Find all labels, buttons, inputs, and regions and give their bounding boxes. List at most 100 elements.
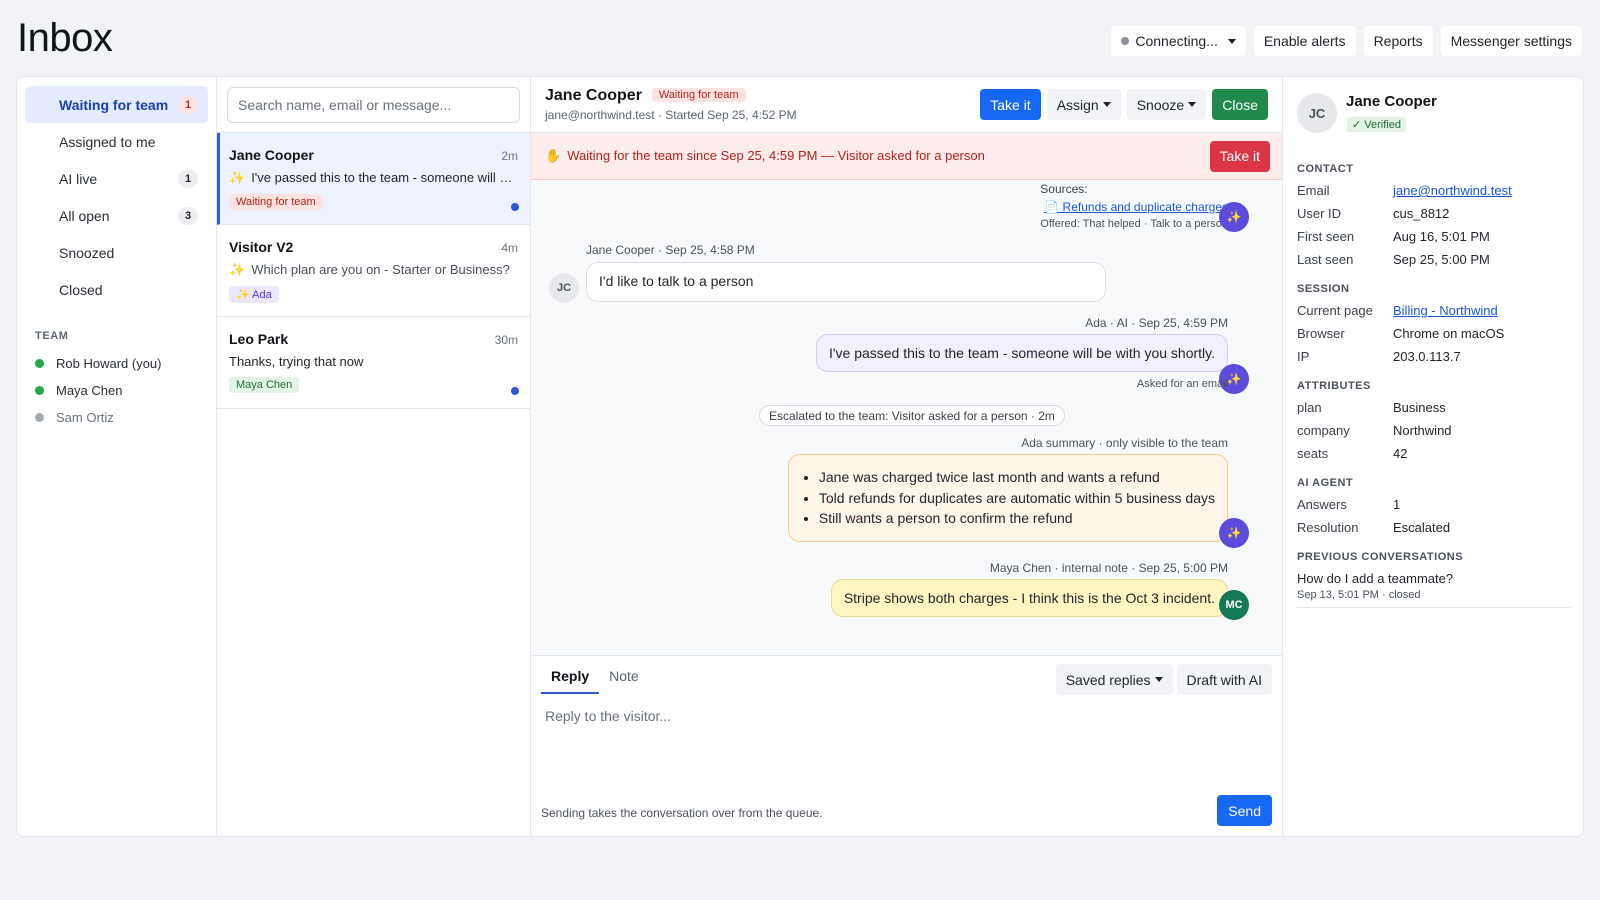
detail-row: Browser Chrome on macOS — [1297, 322, 1571, 345]
sidebar-item-label: AI live — [59, 170, 98, 187]
conversation-header: Jane Cooper Waiting for team jane@northw… — [531, 77, 1282, 133]
offline-status-icon — [35, 413, 44, 422]
detail-row: plan Business — [1297, 396, 1571, 419]
close-conversation-button[interactable]: Close — [1212, 89, 1268, 120]
sidebar-item-waiting-for-team[interactable]: Waiting for team 1 — [25, 86, 208, 123]
snooze-dropdown[interactable]: Snooze — [1126, 89, 1207, 120]
detail-key: User ID — [1297, 206, 1342, 221]
chevron-down-icon — [1102, 102, 1111, 107]
team-member: Maya Chen — [35, 377, 208, 404]
team-heading: TEAM — [35, 330, 69, 342]
conversation-item[interactable]: Jane Cooper 2m ✨ I've passed this to the … — [217, 133, 530, 225]
reply-input[interactable] — [545, 708, 1265, 768]
detail-value: 1 — [1393, 497, 1401, 512]
saved-replies-dropdown[interactable]: Saved replies — [1055, 664, 1173, 695]
sidebar-item-label: Waiting for team — [59, 96, 169, 113]
ai-avatar-icon: ✨ — [1219, 202, 1249, 232]
conversation-time: 2m — [501, 149, 518, 163]
ai-agent-tag: ✨ Ada — [229, 286, 279, 303]
message-meta: Ada · AI · Sep 25, 4:59 PM — [1085, 316, 1228, 330]
assignee-tag: Maya Chen — [229, 377, 300, 393]
reports-button[interactable]: Reports — [1363, 26, 1433, 56]
previous-conversation-meta: Sep 13, 5:01 PM · closed — [1297, 589, 1571, 608]
sidebar-item-all-open[interactable]: All open 3 — [25, 197, 208, 234]
sidebar-item-ai-live[interactable]: AI live 1 — [25, 160, 208, 197]
avatar: JC — [1297, 93, 1337, 133]
email-link[interactable]: jane@northwind.test — [1393, 183, 1512, 198]
team-member: Rob Howard (you) — [35, 350, 208, 377]
sidebar-item-assigned-to-me[interactable]: Assigned to me — [25, 123, 208, 160]
detail-value: Sep 25, 5:00 PM — [1393, 252, 1490, 267]
detail-key: Current page — [1297, 303, 1373, 318]
ai-sources: Sources: 📄 Refunds and duplicate charges… — [1040, 182, 1228, 230]
detail-row: Current page Billing - Northwind — [1297, 299, 1571, 322]
snooze-label: Snooze — [1136, 96, 1185, 113]
current-page-link[interactable]: Billing - Northwind — [1393, 303, 1498, 318]
conversation-preview: I've passed this to the team - someone w… — [251, 170, 518, 185]
detail-row: First seen Aug 16, 5:01 PM — [1297, 225, 1571, 248]
tab-reply[interactable]: Reply — [541, 668, 600, 694]
source-article-link[interactable]: 📄 Refunds and duplicate charges — [1040, 200, 1228, 214]
message-meta: Ada summary · only visible to the team — [1021, 436, 1228, 450]
detail-key: plan — [1297, 400, 1322, 415]
detail-value: cus_8812 — [1393, 206, 1450, 221]
detail-key: Resolution — [1297, 520, 1359, 535]
chevron-down-icon — [1227, 38, 1236, 44]
top-bar: Inbox Connecting... Enable alerts Report… — [0, 0, 1600, 76]
conversation-item[interactable]: Visitor V2 4m ✨ Which plan are you on - S… — [217, 225, 530, 317]
tab-note[interactable]: Note — [599, 668, 649, 694]
team-member-name: Rob Howard (you) — [56, 356, 162, 371]
take-it-button[interactable]: Take it — [980, 89, 1041, 120]
online-status-icon — [35, 386, 44, 395]
connection-status-dropdown[interactable]: Connecting... — [1111, 26, 1246, 56]
alert-take-it-button[interactable]: Take it — [1209, 140, 1270, 172]
ai-agent-heading: AI AGENT — [1297, 477, 1354, 489]
conversation-name: Leo Park — [229, 331, 289, 347]
ai-summary: Jane was charged twice last month and wa… — [787, 454, 1228, 542]
detail-row: Last seen Sep 25, 5:00 PM — [1297, 248, 1571, 271]
internal-note: Stripe shows both charges - I think this… — [830, 579, 1228, 617]
attributes-heading: ATTRIBUTES — [1297, 380, 1371, 392]
detail-key: First seen — [1297, 229, 1355, 244]
connection-label: Connecting... — [1135, 33, 1218, 49]
status-dot-icon — [1121, 37, 1130, 45]
detail-key: seats — [1297, 446, 1329, 461]
message-footer: Asked for an email — [1136, 378, 1228, 390]
contact-heading: CONTACT — [1297, 163, 1354, 175]
verified-badge: ✓ Verified — [1347, 117, 1406, 132]
messenger-settings-button[interactable]: Messenger settings — [1440, 26, 1582, 56]
sidebar-item-closed[interactable]: Closed — [25, 271, 208, 308]
draft-with-ai-button[interactable]: Draft with AI — [1176, 664, 1272, 695]
ai-sparkle-icon: ✨ — [229, 170, 246, 185]
detail-key: Last seen — [1297, 252, 1354, 267]
detail-row: IP 203.0.113.7 — [1297, 345, 1571, 368]
sidebar-item-label: Assigned to me — [59, 133, 156, 150]
detail-row: User ID cus_8812 — [1297, 202, 1571, 225]
session-heading: SESSION — [1297, 283, 1350, 295]
search-input[interactable] — [227, 87, 520, 123]
detail-key: company — [1297, 423, 1350, 438]
enable-alerts-button[interactable]: Enable alerts — [1253, 26, 1356, 56]
detail-row: company Northwind — [1297, 419, 1571, 442]
sidebar-item-snoozed[interactable]: Snoozed — [25, 234, 208, 271]
ai-sparkle-icon: ✨ — [229, 262, 246, 277]
sidebar-item-label: All open — [59, 207, 110, 224]
detail-row: Resolution Escalated — [1297, 516, 1571, 539]
detail-value: Aug 16, 5:01 PM — [1393, 229, 1490, 244]
conversation-list: Jane Cooper 2m ✨ I've passed this to the … — [217, 77, 531, 836]
chevron-down-icon — [1188, 102, 1197, 107]
assign-dropdown[interactable]: Assign — [1046, 89, 1121, 120]
detail-value: Business — [1393, 400, 1446, 415]
contact-details-panel: JC Jane Cooper ✓ Verified CONTACT Email j… — [1283, 77, 1583, 836]
team-member: Sam Ortiz — [35, 404, 208, 431]
detail-key: Browser — [1297, 326, 1345, 341]
waiting-alert: ✋ Waiting for the team since Sep 25, 4:59… — [531, 133, 1282, 180]
send-button[interactable]: Send — [1217, 795, 1272, 826]
conversation-item[interactable]: Leo Park 30m Thanks, trying that now May… — [217, 317, 530, 409]
previous-conversation-item[interactable]: How do I add a teammate? Sep 13, 5:01 PM… — [1297, 571, 1571, 608]
source-meta: Offered: That helped · Talk to a person — [1040, 218, 1228, 230]
summary-point: Told refunds for duplicates are automati… — [819, 488, 1215, 509]
saved-replies-label: Saved replies — [1065, 671, 1151, 688]
detail-value: Northwind — [1393, 423, 1452, 438]
composer-hint: Sending takes the conversation over from… — [541, 806, 823, 820]
